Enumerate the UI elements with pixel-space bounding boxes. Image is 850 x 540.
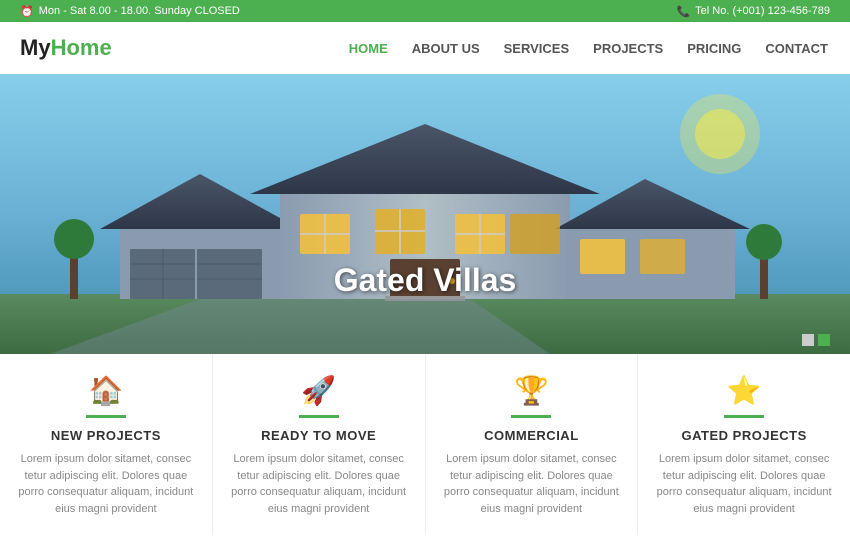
main-nav: HOME ABOUT US SERVICES PROJECTS PRICING … [347, 36, 830, 61]
hero-dot-inactive[interactable] [802, 334, 814, 346]
commercial-divider [511, 415, 551, 418]
logo[interactable]: MyHome [20, 35, 112, 61]
commercial-title: COMMERCIAL [444, 428, 620, 443]
card-commercial: 🏆 COMMERCIAL Lorem ipsum dolor sitamet, … [426, 354, 639, 535]
commercial-icon: 🏆 [444, 374, 620, 407]
new-projects-icon: 🏠 [18, 374, 194, 407]
card-new-projects: 🏠 NEW PROJECTS Lorem ipsum dolor sitamet… [0, 354, 213, 535]
phone-number: Tel No. (+001) 123-456-789 [695, 5, 830, 17]
hero-section: Gated Villas [0, 74, 850, 354]
new-projects-divider [86, 415, 126, 418]
topbar-phone-section: 📞 Tel No. (+001) 123-456-789 [676, 5, 830, 18]
nav-pricing[interactable]: PRICING [685, 36, 743, 61]
new-projects-title: NEW PROJECTS [18, 428, 194, 443]
gated-projects-icon: ⭐ [656, 374, 832, 407]
hero-title: Gated Villas [334, 262, 517, 299]
ready-to-move-text: Lorem ipsum dolor sitamet, consec tetur … [231, 451, 407, 517]
nav-projects[interactable]: PROJECTS [591, 36, 665, 61]
logo-home: Home [51, 35, 112, 60]
feature-cards: 🏠 NEW PROJECTS Lorem ipsum dolor sitamet… [0, 354, 850, 535]
ready-to-move-icon: 🚀 [231, 374, 407, 407]
business-hours: Mon - Sat 8.00 - 18.00. Sunday CLOSED [39, 5, 240, 17]
hero-dots [802, 334, 830, 346]
nav-services[interactable]: SERVICES [502, 36, 572, 61]
clock-icon: ⏰ [20, 5, 34, 18]
card-ready-to-move: 🚀 READY TO MOVE Lorem ipsum dolor sitame… [213, 354, 426, 535]
new-projects-text: Lorem ipsum dolor sitamet, consec tetur … [18, 451, 194, 517]
topbar: ⏰ Mon - Sat 8.00 - 18.00. Sunday CLOSED … [0, 0, 850, 22]
gated-projects-title: GATED PROJECTS [656, 428, 832, 443]
ready-to-move-divider [299, 415, 339, 418]
hero-house-illustration [0, 74, 850, 354]
gated-projects-divider [724, 415, 764, 418]
hero-dot-active[interactable] [818, 334, 830, 346]
commercial-text: Lorem ipsum dolor sitamet, consec tetur … [444, 451, 620, 517]
nav-home[interactable]: HOME [347, 36, 390, 61]
gated-projects-text: Lorem ipsum dolor sitamet, consec tetur … [656, 451, 832, 517]
nav-contact[interactable]: CONTACT [763, 36, 830, 61]
header: MyHome HOME ABOUT US SERVICES PROJECTS P… [0, 22, 850, 74]
ready-to-move-title: READY TO MOVE [231, 428, 407, 443]
phone-icon: 📞 [676, 5, 690, 18]
logo-my: My [20, 35, 51, 60]
nav-about[interactable]: ABOUT US [410, 36, 482, 61]
card-gated-projects: ⭐ GATED PROJECTS Lorem ipsum dolor sitam… [638, 354, 850, 535]
topbar-hours-section: ⏰ Mon - Sat 8.00 - 18.00. Sunday CLOSED [20, 5, 240, 18]
